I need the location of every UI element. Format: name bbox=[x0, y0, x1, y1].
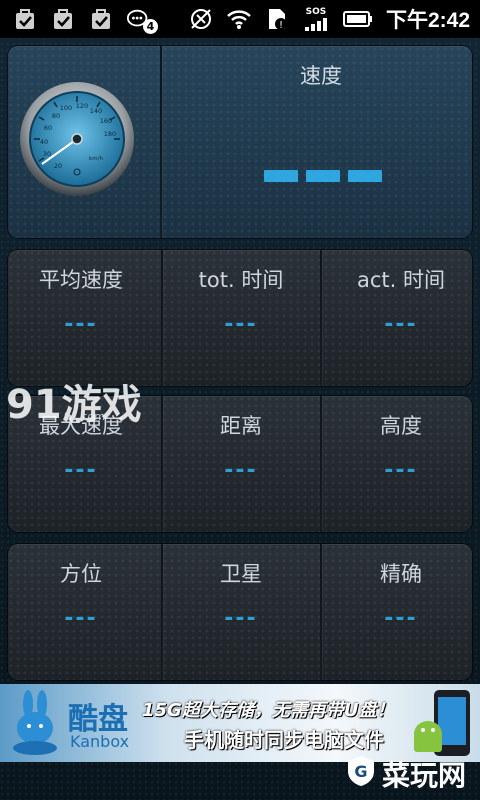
distance-label: 距离 bbox=[220, 414, 262, 438]
distance-value: --- bbox=[224, 458, 258, 483]
gauge-tick-label: 80 bbox=[52, 112, 60, 120]
max-speed-value: --- bbox=[64, 458, 98, 483]
app-screen: 4 ! SOS 下午2:42 20 30 40 60 80 100 120 14… bbox=[0, 0, 480, 800]
ad-brand-en: Kanbox bbox=[70, 732, 130, 751]
ad-subline: 手机随时同步电脑文件 bbox=[184, 728, 384, 752]
total-time-value: --- bbox=[224, 312, 258, 337]
battery-icon bbox=[342, 6, 374, 32]
bearing-value: --- bbox=[64, 606, 98, 631]
satellite-label: 卫星 bbox=[220, 562, 262, 586]
site-logo: G 菜玩网 bbox=[346, 754, 466, 794]
gauge-tick-label: 20 bbox=[54, 162, 62, 170]
gauge-unit: km/h bbox=[89, 156, 103, 162]
site-logo-text: 菜玩网 bbox=[381, 759, 466, 792]
active-time-value: --- bbox=[384, 312, 418, 337]
active-time-label: act. 时间 bbox=[357, 268, 445, 292]
ad-headline: 15G超大存储，无需再带U盘！ bbox=[142, 700, 395, 721]
gps-off-icon bbox=[188, 6, 214, 32]
stats-row-3: 方位 --- 卫星 --- 精确 --- bbox=[8, 544, 472, 680]
ad-banner[interactable]: 酷盘 Kanbox 15G超大存储，无需再带U盘！ 手机随时同步电脑文件 bbox=[0, 684, 480, 762]
altitude-label: 高度 bbox=[380, 414, 422, 438]
speed-panel-divider bbox=[160, 46, 162, 238]
gauge-tick-label: 120 bbox=[76, 102, 88, 110]
phone-android-icon bbox=[406, 688, 474, 764]
chat-notification-icon: 4 bbox=[126, 6, 158, 34]
sim-alert-icon: ! bbox=[264, 6, 290, 32]
total-time-label: tot. 时间 bbox=[198, 268, 284, 292]
svg-text:G: G bbox=[354, 762, 367, 781]
gauge-tick-label: 40 bbox=[40, 138, 48, 146]
altitude-value: --- bbox=[384, 458, 418, 483]
avg-speed-label: 平均速度 bbox=[39, 268, 123, 292]
gauge-tick-label: 140 bbox=[90, 107, 102, 115]
checked-bag-icon bbox=[12, 6, 38, 32]
clock: 下午2:42 bbox=[385, 9, 470, 32]
accuracy-label: 精确 bbox=[380, 562, 422, 586]
svg-text:!: ! bbox=[279, 20, 283, 31]
gauge-tick-label: 180 bbox=[104, 130, 116, 138]
checked-bag-icon bbox=[88, 6, 114, 32]
speed-panel: 20 30 40 60 80 100 120 140 160 180 km/h … bbox=[8, 46, 472, 238]
watermark-sub: 91.com bbox=[64, 410, 105, 423]
speed-label: 速度 bbox=[300, 64, 342, 88]
wifi-icon bbox=[226, 6, 252, 32]
stats-row-1: 平均速度 --- tot. 时间 --- act. 时间 --- bbox=[8, 250, 472, 386]
speed-value-dashes bbox=[264, 170, 382, 182]
satellite-value: --- bbox=[224, 606, 258, 631]
bearing-label: 方位 bbox=[60, 562, 102, 586]
sos-signal-icon: SOS bbox=[302, 6, 330, 32]
speedometer-gauge: 20 30 40 60 80 100 120 140 160 180 km/h bbox=[18, 80, 136, 198]
rabbit-mascot-icon bbox=[6, 690, 64, 760]
notification-count-badge: 4 bbox=[143, 19, 158, 34]
avg-speed-value: --- bbox=[64, 312, 98, 337]
shield-g-icon: G bbox=[346, 755, 376, 794]
accuracy-value: --- bbox=[384, 606, 418, 631]
checked-bag-icon bbox=[50, 6, 76, 32]
gauge-tick-label: 30 bbox=[43, 150, 51, 158]
gauge-tick-label: 100 bbox=[60, 104, 72, 112]
status-bar: 4 ! SOS 下午2:42 bbox=[0, 0, 480, 38]
gauge-tick-label: 60 bbox=[44, 124, 52, 132]
gauge-tick-label: 160 bbox=[100, 117, 112, 125]
sos-label: SOS bbox=[305, 7, 327, 17]
